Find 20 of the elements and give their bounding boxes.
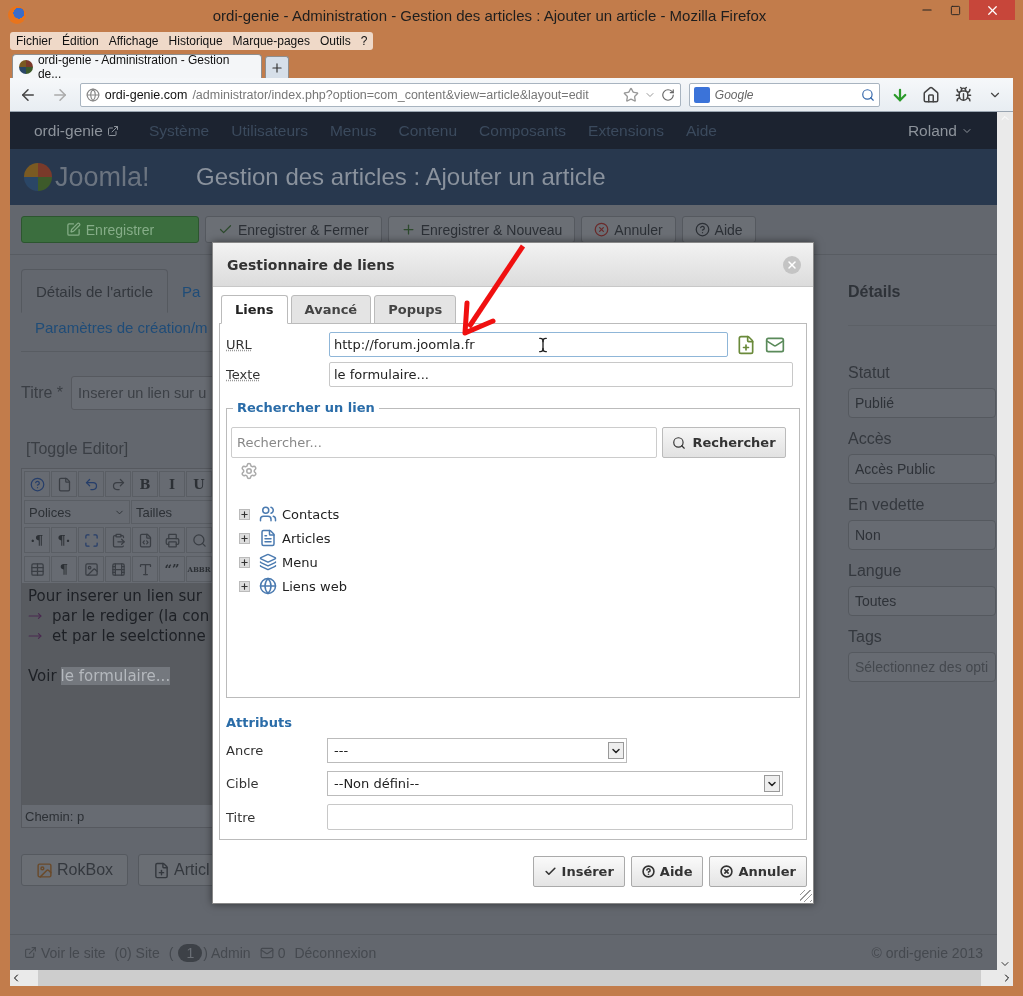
field-label: Ancre bbox=[226, 743, 265, 758]
section-legend: Rechercher un lien bbox=[233, 400, 379, 415]
url-path: /administrator/index.php?option=com_content&view=article&layout=edit bbox=[192, 87, 590, 102]
field-label: Titre bbox=[226, 809, 257, 825]
logo-text: Joomla! bbox=[55, 161, 150, 193]
editor-text: Voir bbox=[28, 667, 57, 685]
dialog-title: Gestionnaire de liens bbox=[227, 256, 395, 273]
url-host: ordi-genie.com bbox=[104, 87, 188, 102]
editor-path: Chemin: p bbox=[24, 807, 86, 826]
selected-text: le formulaire... bbox=[60, 667, 171, 685]
footer-text: ( bbox=[168, 944, 174, 961]
editor-text: par le rediger (la con bbox=[52, 607, 210, 625]
field-label: URL bbox=[226, 337, 253, 352]
field-label: Texte bbox=[226, 367, 262, 382]
page-title: Gestion des articles : Ajouter un article bbox=[196, 163, 606, 191]
editor-text: et par le seelctionne bbox=[52, 627, 206, 645]
field-label: Cible bbox=[226, 776, 260, 791]
section-legend: Attributs bbox=[226, 715, 800, 730]
window-title: ordi-genie - Administration - Gestion des articles : Ajouter un article - Mozilla Firefox bbox=[211, 6, 768, 24]
editor-text: Pour inserer un lien sur bbox=[28, 587, 203, 605]
